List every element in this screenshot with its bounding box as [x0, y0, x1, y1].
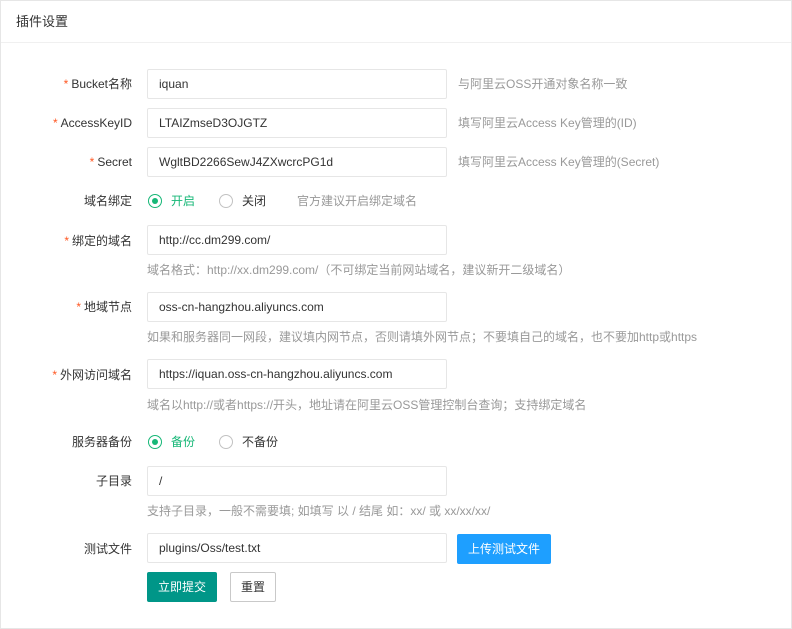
accesskey-input[interactable]: LTAIZmseD3OJGTZ: [147, 108, 447, 138]
backup-radio-on[interactable]: 备份: [148, 434, 195, 450]
subdir-input[interactable]: /: [147, 466, 447, 496]
domain-bind-radio-off[interactable]: 关闭: [219, 193, 266, 209]
radio-label: 关闭: [242, 194, 267, 208]
external-domain-label-text: 外网访问域名: [59, 368, 132, 382]
required-mark: *: [64, 234, 69, 248]
radio-checked-icon: [148, 435, 162, 449]
required-mark: *: [63, 77, 69, 91]
test-file-input[interactable]: plugins/Oss/test.txt: [147, 533, 447, 563]
region-node-help: 如果和服务器同一网段，建议填内网节点，否则请填外网节点；不要填自己的域名，也不要…: [147, 330, 698, 344]
secret-input[interactable]: WgltBD2266SewJ4ZXwcrcPG1d: [147, 147, 447, 177]
radio-label: 备份: [171, 435, 196, 449]
radio-label: 不备份: [242, 435, 279, 449]
external-domain-help: 域名以http://或者https://开头，地址请在阿里云OSS管理控制台查询…: [147, 398, 587, 412]
accesskey-label-text: AccessKeyID: [60, 116, 132, 130]
external-domain-label: * 外网访问域名: [1, 367, 132, 383]
subdir-help: 支持子目录，一般不需要填; 如填写 以 / 结尾 如：xx/ 或 xx/xx/x…: [147, 504, 491, 518]
bound-domain-label-text: 绑定的域名: [71, 234, 132, 248]
server-backup-label: 服务器备份: [71, 435, 132, 449]
radio-unchecked-icon: [219, 194, 233, 208]
bucket-label: * Bucket名称: [1, 76, 132, 92]
submit-button[interactable]: 立即提交: [147, 572, 217, 602]
region-node-label: * 地域节点: [1, 299, 132, 315]
secret-label: * Secret: [1, 154, 132, 170]
bucket-input[interactable]: iquan: [147, 69, 447, 99]
radio-unchecked-icon: [219, 435, 233, 449]
test-file-label: 测试文件: [83, 542, 132, 556]
radio-label: 开启: [171, 194, 196, 208]
external-domain-input[interactable]: https://iquan.oss-cn-hangzhou.aliyuncs.c…: [147, 359, 447, 389]
subdir-label: 子目录: [95, 474, 132, 488]
plugin-settings-panel: 插件设置 * Bucket名称 iquan 与阿里云OSS开通对象名称一致 * Ac…: [0, 0, 792, 629]
bucket-hint: 与阿里云OSS开通对象名称一致: [458, 77, 628, 91]
region-node-label-text: 地域节点: [83, 300, 132, 314]
bound-domain-help: 域名格式：http://xx.dm299.com/（不可绑定当前网站域名，建议新…: [147, 263, 571, 277]
bound-domain-input[interactable]: http://cc.dm299.com/: [147, 225, 447, 255]
accesskey-hint: 填写阿里云Access Key管理的(ID): [458, 116, 637, 130]
domain-bind-hint: 官方建议开启绑定域名: [297, 194, 418, 208]
required-mark: *: [52, 116, 58, 130]
reset-button[interactable]: 重置: [230, 572, 276, 602]
radio-checked-icon: [148, 194, 162, 208]
panel-title: 插件设置: [1, 1, 791, 43]
region-node-input[interactable]: oss-cn-hangzhou.aliyuncs.com: [147, 292, 447, 322]
domain-bind-label: 域名绑定: [83, 194, 132, 208]
required-mark: *: [52, 368, 57, 382]
secret-label-text: Secret: [97, 155, 132, 169]
bucket-label-text: Bucket名称: [71, 77, 132, 91]
secret-hint: 填写阿里云Access Key管理的(Secret): [458, 155, 660, 169]
bound-domain-label: * 绑定的域名: [1, 233, 132, 249]
required-mark: *: [89, 155, 95, 169]
accesskey-label: * AccessKeyID: [1, 115, 132, 131]
domain-bind-radio-on[interactable]: 开启: [148, 193, 195, 209]
required-mark: *: [76, 300, 81, 314]
upload-test-file-button[interactable]: 上传测试文件: [457, 534, 551, 564]
backup-radio-off[interactable]: 不备份: [219, 434, 278, 450]
